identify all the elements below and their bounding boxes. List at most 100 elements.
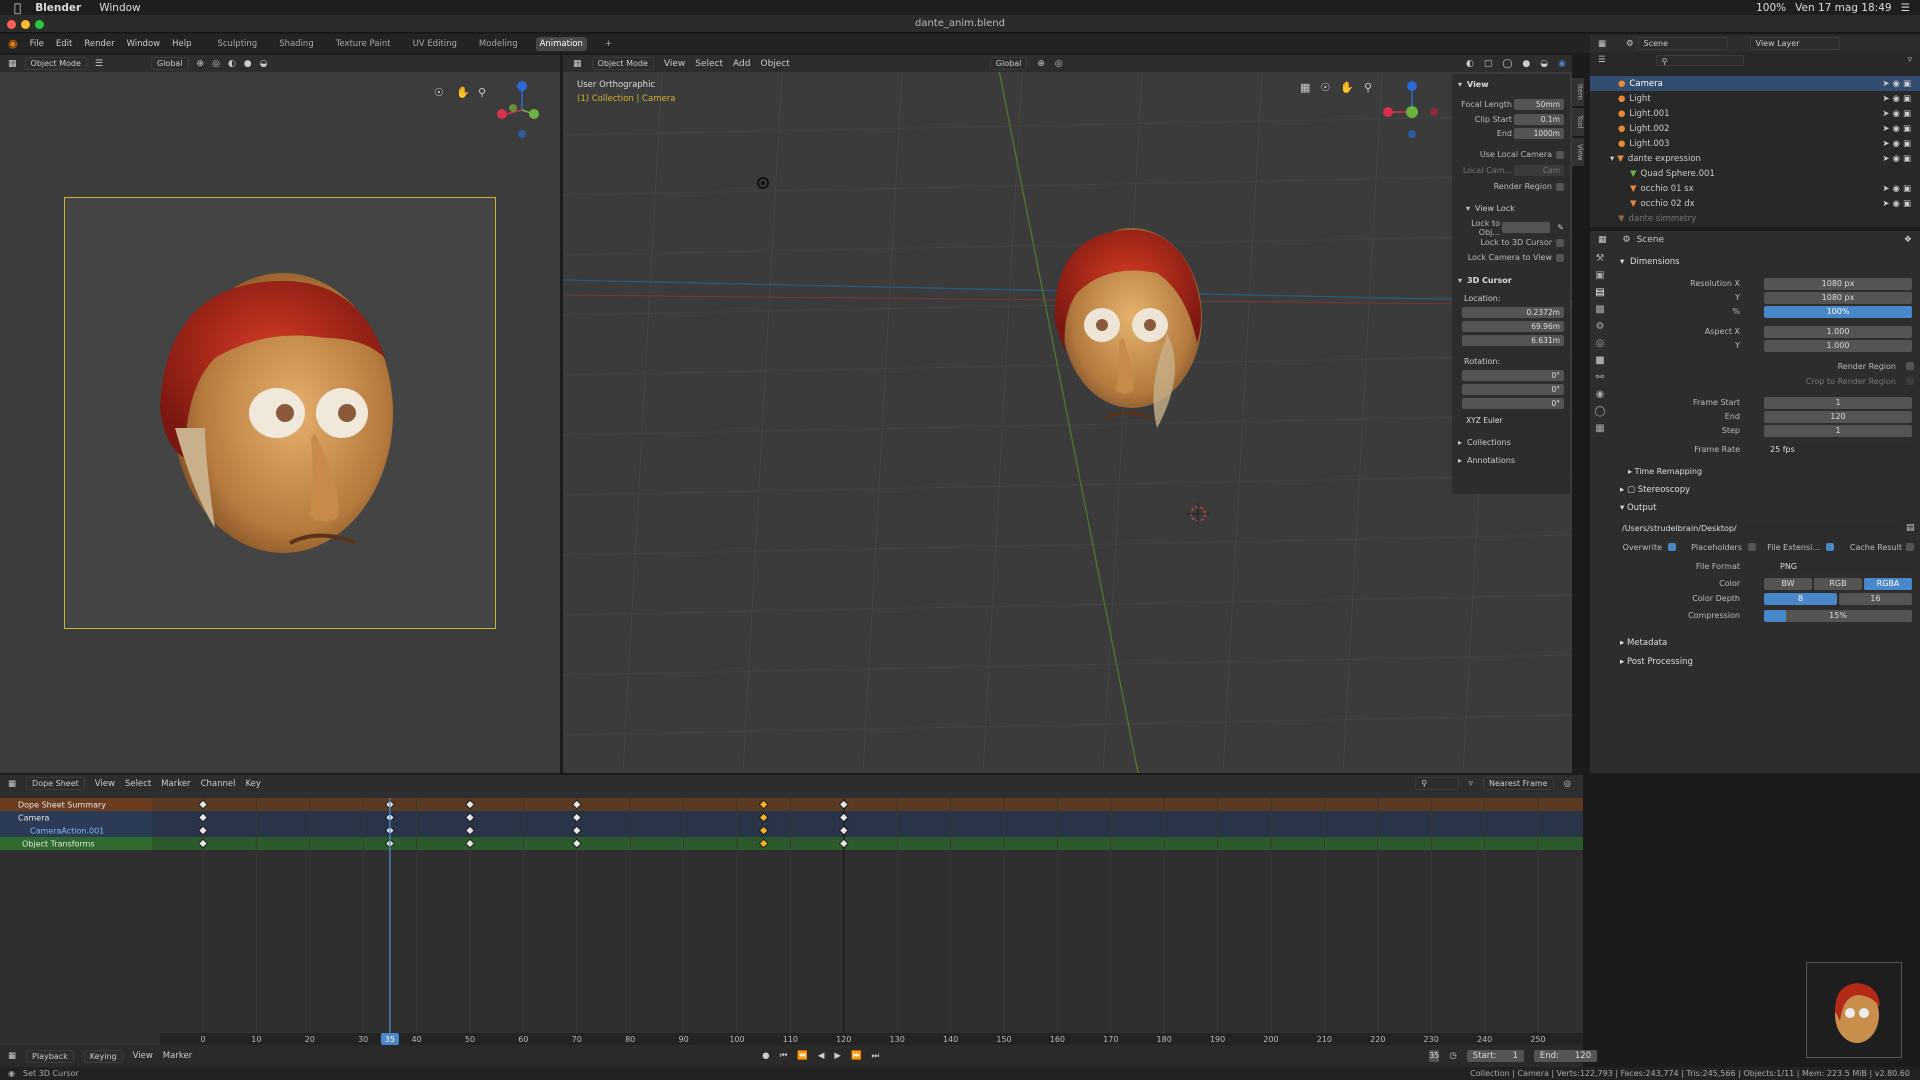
- scene-tab-icon[interactable]: ⚙: [1596, 321, 1605, 332]
- section-collections[interactable]: Collections: [1467, 438, 1511, 447]
- output-tab-icon[interactable]: ▤: [1595, 287, 1604, 298]
- resolution-pct-slider[interactable]: 100%: [1764, 306, 1912, 318]
- menu-render[interactable]: Render: [84, 39, 114, 49]
- mode-dropdown[interactable]: Object Mode: [591, 57, 654, 70]
- pin-icon[interactable]: ❖: [1904, 235, 1912, 245]
- overlay-icon[interactable]: ◐: [1466, 59, 1474, 69]
- editor-type-icon[interactable]: ▦: [8, 59, 17, 69]
- visibility-icons[interactable]: ➤◉▣: [1882, 184, 1914, 194]
- lock-3d-cursor-checkbox[interactable]: [1556, 238, 1564, 247]
- output-section[interactable]: ▾ Output: [1620, 503, 1657, 513]
- menu-icon[interactable]: ☰: [95, 59, 103, 69]
- visibility-icons[interactable]: ➤◉▣: [1882, 154, 1914, 164]
- expand-arrow-icon[interactable]: ▸: [1458, 438, 1462, 447]
- aspect-x-field[interactable]: 1.000: [1764, 326, 1912, 338]
- dope-sheet-area[interactable]: Dope Sheet Summary Camera CameraAction.001…: [0, 775, 1583, 1045]
- collapse-arrow-icon[interactable]: ▾: [1466, 204, 1470, 213]
- menu-object[interactable]: Object: [760, 59, 789, 69]
- end-frame-field[interactable]: End: 120: [1533, 1050, 1598, 1062]
- aspect-y-field[interactable]: 1.000: [1764, 340, 1912, 352]
- main-axis-gizmo[interactable]: [1382, 78, 1442, 140]
- stereoscopy-section[interactable]: ▸ ▢ Stereoscopy: [1620, 485, 1690, 495]
- record-icon[interactable]: ●: [762, 1051, 769, 1061]
- color-rgba-button[interactable]: RGBA: [1864, 578, 1912, 590]
- time-remapping-section[interactable]: ▸ Time Remapping: [1628, 467, 1702, 476]
- frame-end-field[interactable]: 120: [1764, 411, 1912, 423]
- outliner-item-light-001[interactable]: ● Light.001 ➤◉▣: [1590, 106, 1920, 121]
- playback-menu[interactable]: Playback: [26, 1049, 74, 1063]
- tab-animation[interactable]: Animation: [535, 36, 587, 51]
- zoom-icon[interactable]: ⚲: [478, 86, 486, 99]
- visibility-icons[interactable]: ➤◉▣: [1882, 199, 1914, 209]
- file-format-dropdown[interactable]: PNG: [1764, 561, 1912, 573]
- orientation-dropdown[interactable]: Global: [989, 57, 1028, 70]
- tab-texture-paint[interactable]: Texture Paint: [332, 37, 395, 51]
- tab-view[interactable]: View: [1572, 138, 1584, 166]
- render-region-checkbox[interactable]: [1906, 362, 1914, 370]
- tab-item[interactable]: Item: [1572, 78, 1584, 106]
- blender-logo-icon[interactable]: ◉: [8, 37, 18, 50]
- filter-icon[interactable]: ▿: [1469, 779, 1473, 789]
- section-dimensions[interactable]: Dimensions: [1630, 257, 1680, 267]
- physics-tab-icon[interactable]: ◯: [1594, 406, 1605, 417]
- cursor-rot-x-field[interactable]: 0°: [1462, 370, 1564, 381]
- snap-dropdown[interactable]: Nearest Frame: [1482, 777, 1554, 790]
- tool-tab-icon[interactable]: ⚒: [1596, 253, 1605, 264]
- zoom-window-icon[interactable]: [35, 20, 44, 29]
- menu-edit[interactable]: Edit: [56, 39, 72, 49]
- collapse-arrow-icon[interactable]: ▾: [1458, 276, 1462, 285]
- editor-type-icon[interactable]: ▦: [8, 779, 16, 789]
- outliner-item-dante-simmetry[interactable]: ▼ dante simmetry: [1590, 211, 1920, 226]
- jump-start-icon[interactable]: ⏮: [780, 1051, 788, 1061]
- collapse-arrow-icon[interactable]: ▾: [1458, 80, 1462, 89]
- post-processing-section[interactable]: ▸ Post Processing: [1620, 657, 1693, 667]
- dope-search-input[interactable]: ⚲: [1415, 777, 1459, 790]
- battery-percent[interactable]: 100%: [1756, 2, 1786, 14]
- jump-end-icon[interactable]: ⏭: [872, 1051, 880, 1061]
- focal-length-field[interactable]: 50mm: [1514, 99, 1564, 110]
- overlay-icon[interactable]: ◐: [228, 59, 236, 69]
- menu-select[interactable]: Select: [125, 779, 151, 789]
- minimize-window-icon[interactable]: [21, 20, 30, 29]
- shading-material-icon[interactable]: ◒: [260, 59, 268, 69]
- editor-type-icon[interactable]: ▦: [573, 59, 582, 69]
- editor-type-icon[interactable]: ▦: [1598, 39, 1606, 49]
- visibility-icons[interactable]: ➤◉▣: [1882, 139, 1914, 149]
- use-local-camera-checkbox[interactable]: [1556, 150, 1564, 159]
- apple-icon[interactable]: : [14, 1, 21, 15]
- section-view[interactable]: View: [1467, 80, 1489, 89]
- dope-mode-dropdown[interactable]: Dope Sheet: [26, 777, 85, 790]
- mode-dropdown[interactable]: Object Mode: [24, 57, 87, 70]
- pan-hand-icon[interactable]: ✋: [1340, 81, 1354, 94]
- menu-view[interactable]: View: [95, 779, 115, 789]
- texture-tab-icon[interactable]: ▦: [1595, 423, 1604, 434]
- editor-type-icon[interactable]: ▦: [8, 1051, 16, 1061]
- frame-step-field[interactable]: 1: [1764, 425, 1912, 437]
- prev-key-icon[interactable]: ⏪: [797, 1051, 808, 1061]
- cursor-loc-y-field[interactable]: 69.96m: [1462, 321, 1564, 332]
- section-view-lock[interactable]: View Lock: [1475, 204, 1515, 213]
- frame-start-field[interactable]: 1: [1764, 397, 1912, 409]
- frame-rate-dropdown[interactable]: 25 fps: [1764, 444, 1912, 456]
- stopwatch-icon[interactable]: ◷: [1449, 1051, 1456, 1061]
- menu-channel[interactable]: Channel: [201, 779, 236, 789]
- shading-solid-icon[interactable]: ●: [244, 59, 252, 69]
- compression-slider[interactable]: 15%: [1764, 610, 1912, 622]
- folder-icon[interactable]: ▤: [1906, 523, 1915, 533]
- add-workspace-icon[interactable]: +: [601, 37, 616, 51]
- world-tab-icon[interactable]: ◎: [1596, 338, 1605, 349]
- visibility-icons[interactable]: ➤◉▣: [1882, 124, 1914, 134]
- tab-sculpting[interactable]: Sculpting: [213, 37, 261, 51]
- outliner-item-dante-expression[interactable]: ▾ ▼ dante expression ➤◉▣: [1590, 151, 1920, 166]
- outliner-item-light-002[interactable]: ● Light.002 ➤◉▣: [1590, 121, 1920, 136]
- keying-menu[interactable]: Keying: [83, 1049, 123, 1063]
- snap-icon[interactable]: ⊕: [197, 59, 205, 69]
- crop-region-checkbox[interactable]: [1906, 377, 1914, 385]
- proportional-icon[interactable]: ◎: [212, 59, 220, 69]
- outliner-search-input[interactable]: ⚲: [1655, 54, 1744, 66]
- proportional-icon[interactable]: ◎: [1564, 779, 1571, 789]
- tab-shading[interactable]: Shading: [275, 37, 318, 51]
- shading-material-icon[interactable]: ◒: [1540, 59, 1548, 69]
- clip-start-field[interactable]: 0.1m: [1514, 114, 1564, 125]
- left-axis-gizmo[interactable]: [490, 78, 550, 140]
